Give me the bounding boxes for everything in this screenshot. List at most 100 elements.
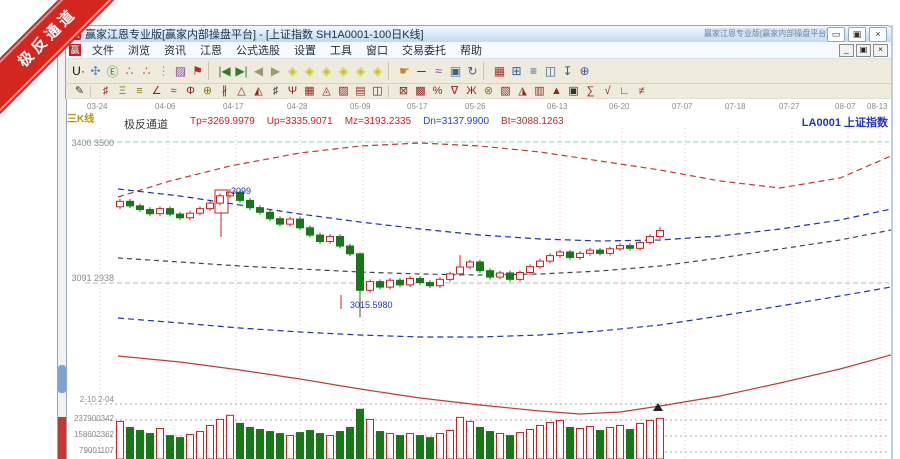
minimize-button[interactable]: ▭	[827, 27, 845, 42]
menu-item-1[interactable]: 浏览	[121, 42, 157, 58]
date-tick-06-13: 06-13	[547, 102, 567, 111]
diamond-cross-icon[interactable]: ◈	[352, 62, 369, 81]
menu-item-3[interactable]: 江恩	[193, 42, 229, 58]
settings-plus-icon[interactable]: ⊕	[576, 62, 593, 81]
nav-next-icon[interactable]: ▶	[267, 62, 284, 81]
diamond-expand-icon[interactable]: ◈	[318, 62, 335, 81]
main-toolbar: U·✣Ⓔ∴∴⋮▨⚑|◀▶|◀▶◈◈◈◈◈◈☛─≈▣↻▦⊞≡◫↧⊕	[65, 59, 893, 84]
corner-tool-icon[interactable]: ∟	[616, 85, 633, 98]
table-grid-icon[interactable]: ⊞	[508, 62, 525, 81]
sharp-tool-icon[interactable]: ♯	[267, 85, 284, 98]
window-controls: ▭▣×	[827, 27, 887, 42]
title-ghost-text: 赢家江恩专业版[赢家内部操盘平台] - [上证指数 SH1A0001-100日K…	[704, 28, 846, 40]
menu-item-4[interactable]: 公式选股	[229, 42, 287, 58]
export-icon[interactable]: ↧	[559, 62, 576, 81]
dots-small-icon[interactable]: ⋮	[155, 62, 172, 81]
close-button[interactable]: ×	[869, 27, 887, 42]
menu-item-0[interactable]: 文件	[85, 42, 121, 58]
pencil-tool-icon[interactable]: ✎	[71, 85, 88, 98]
date-tick-08-13: 08-13	[867, 102, 887, 111]
calendar-icon[interactable]: ▦	[491, 62, 508, 81]
scroll-mark-red	[58, 417, 66, 459]
tri-right-tool-icon[interactable]: ◮	[514, 85, 531, 98]
drawing-toolbar: ✎♯Ξ≡∠≈Φ⊕∦△◭♯Ψ▦◬▨▤◫⊠▩%∇Ж⊗▧◮▥▲▣∑√∟≠	[65, 84, 893, 99]
tri-left-tool-icon[interactable]: ◭	[250, 85, 267, 98]
root-tool-icon[interactable]: √	[599, 85, 616, 98]
application-window: 赢 赢家江恩专业版[赢家内部操盘平台] - [上证指数 SH1A0001-100…	[0, 0, 900, 459]
phi-tool-icon[interactable]: Φ	[182, 85, 199, 98]
box-x-tool-icon[interactable]: ⊠	[395, 85, 412, 98]
tri-dot-tool-icon[interactable]: ◬	[318, 85, 335, 98]
hatch-tool-icon[interactable]: ▨	[335, 85, 352, 98]
sum-tool-icon[interactable]: ∑	[582, 85, 599, 98]
circle-e-icon[interactable]: Ⓔ	[104, 62, 121, 81]
window-title: 赢家江恩专业版[赢家内部操盘平台] - [上证指数 SH1A0001-100日K…	[85, 26, 424, 42]
price-label-0: 3400 3500	[60, 138, 114, 148]
mdi-restore-button[interactable]: ▣	[856, 44, 871, 57]
indicator-value-4: Bt=3088.1263	[501, 116, 564, 127]
wave-icon[interactable]: ≈	[430, 62, 447, 81]
percent-tool-icon[interactable]: %	[429, 85, 446, 98]
circle-tool-icon[interactable]: ⊕	[199, 85, 216, 98]
bars-tool-icon[interactable]: ▥	[531, 85, 548, 98]
menu-item-7[interactable]: 窗口	[359, 42, 395, 58]
not-equal-tool-icon[interactable]: ≠	[633, 85, 650, 98]
toolbar-separator	[483, 62, 488, 80]
band-tool-icon[interactable]: ▤	[352, 85, 369, 98]
toolbar-separator	[388, 62, 393, 80]
list-view-icon[interactable]: ≡	[525, 62, 542, 81]
flag-icon[interactable]: ⚑	[189, 62, 206, 81]
dense-grid-tool-icon[interactable]: ▩	[412, 85, 429, 98]
nav-prev-icon[interactable]: ◀	[250, 62, 267, 81]
grid-tool-icon[interactable]: ♯	[97, 85, 114, 98]
levels-tool-icon[interactable]: ≡	[131, 85, 148, 98]
menu-item-6[interactable]: 工具	[323, 42, 359, 58]
price-label-1: 3091 2938	[60, 273, 114, 283]
indicator-u-icon[interactable]: U·	[70, 62, 87, 81]
menu-item-9[interactable]: 帮助	[453, 42, 489, 58]
hand-pointer-icon[interactable]: ☛	[396, 62, 413, 81]
save-disk-icon[interactable]: ◫	[542, 62, 559, 81]
hatch2-tool-icon[interactable]: ▧	[497, 85, 514, 98]
nav-first-icon[interactable]: |◀	[216, 62, 233, 81]
solid-tri-tool-icon[interactable]: ▲	[548, 85, 565, 98]
date-tick-04-06: 04-06	[155, 102, 175, 111]
menu-item-5[interactable]: 设置	[287, 42, 323, 58]
target-box-tool-icon[interactable]: ▣	[565, 85, 582, 98]
refresh-icon[interactable]: ↻	[464, 62, 481, 81]
title-bar: 赢 赢家江恩专业版[赢家内部操盘平台] - [上证指数 SH1A0001-100…	[65, 25, 893, 42]
diamond-left-icon[interactable]: ◈	[284, 62, 301, 81]
pattern-box-icon[interactable]: ▨	[172, 62, 189, 81]
diamond-right-icon[interactable]: ◈	[301, 62, 318, 81]
symbol-label: LA0001 上证指数	[778, 114, 888, 130]
wave-tool-icon[interactable]: ≈	[165, 85, 182, 98]
psi-tool-icon[interactable]: Ψ	[284, 85, 301, 98]
mdi-close-button[interactable]: ×	[873, 44, 888, 57]
window-box-icon[interactable]: ▣	[447, 62, 464, 81]
line-segment-icon[interactable]: ─	[413, 62, 430, 81]
diamond-updown-icon[interactable]: ◈	[369, 62, 386, 81]
split-box-tool-icon[interactable]: ◫	[369, 85, 386, 98]
gann-fan-tool-icon[interactable]: Ж	[463, 85, 480, 98]
annotation-1: 3015.5980	[350, 300, 393, 310]
parallel-tool-icon[interactable]: ∦	[216, 85, 233, 98]
maximize-button[interactable]: ▣	[848, 27, 866, 42]
scatter-dots-icon[interactable]: ∴	[121, 62, 138, 81]
angle-tool-icon[interactable]: ∠	[148, 85, 165, 98]
diamond-compress-icon[interactable]: ◈	[335, 62, 352, 81]
date-tick-07-18: 07-18	[725, 102, 745, 111]
menu-item-8[interactable]: 交易委托	[395, 42, 453, 58]
pattern-flower-icon[interactable]: ✣	[87, 62, 104, 81]
scroll-thumb-blue[interactable]	[58, 365, 66, 393]
scatter-dots-2-icon[interactable]: ∴	[138, 62, 155, 81]
circle-x-tool-icon[interactable]: ⊗	[480, 85, 497, 98]
indicator-value-0: Tp=3269.9979	[190, 116, 255, 127]
gann-xi-tool-icon[interactable]: Ξ	[114, 85, 131, 98]
triangle-tool-icon[interactable]: △	[233, 85, 250, 98]
indicator-value-2: Mz=3193.2335	[345, 116, 411, 127]
delta-tool-icon[interactable]: ∇	[446, 85, 463, 98]
nav-last-icon[interactable]: ▶|	[233, 62, 250, 81]
grid-box-tool-icon[interactable]: ▦	[301, 85, 318, 98]
mdi-minimize-button[interactable]: _	[839, 44, 854, 57]
menu-item-2[interactable]: 资讯	[157, 42, 193, 58]
